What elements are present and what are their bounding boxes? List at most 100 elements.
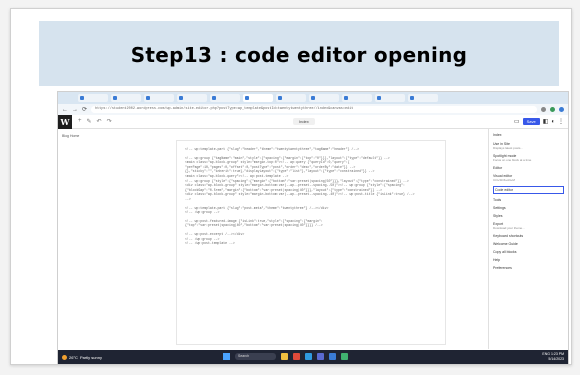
save-button[interactable]: Save	[522, 118, 540, 125]
options-menu-item-description: Focus on one block at a time	[493, 158, 532, 162]
tab-favicon-icon	[410, 96, 414, 100]
tab-favicon-icon	[113, 96, 117, 100]
browser-tab[interactable]	[276, 94, 306, 102]
browser-tab[interactable]	[78, 94, 108, 102]
add-block-icon[interactable]: +	[78, 118, 82, 125]
browser-tab[interactable]	[408, 94, 438, 102]
browser-tab[interactable]	[210, 94, 240, 102]
options-menu-item[interactable]: Styles	[493, 214, 564, 218]
options-menu-item[interactable]: Copy all blocks	[493, 250, 564, 254]
options-menu-item[interactable]: Export Download your theme...	[493, 222, 564, 230]
options-menu-item-description: Ctrl+Shift+Alt+M	[493, 178, 515, 182]
options-menu-item-label: Help	[493, 258, 501, 262]
options-menu-item-label: Styles	[493, 214, 503, 218]
back-icon[interactable]: ←	[62, 107, 68, 113]
toolbar-right: ▭ Save ◧ ◐ ⋮	[514, 118, 564, 125]
tab-favicon-icon	[278, 96, 282, 100]
options-menu-item[interactable]: Welcome Guide	[493, 242, 564, 246]
system-tray[interactable]: ENG 1:23 PM 5/14/2023	[542, 352, 564, 362]
mail-icon[interactable]	[329, 353, 336, 360]
options-menu-item-label: Tools	[493, 198, 502, 202]
app-icon[interactable]	[341, 353, 348, 360]
forward-icon[interactable]: →	[72, 107, 78, 113]
browser-tab[interactable]	[177, 94, 207, 102]
weather-temp: 26°C	[69, 354, 78, 360]
windows-taskbar: 26°C Partly sunny Search ENG 1:23 PM 5/1…	[58, 350, 568, 364]
language-indicator: ENG	[542, 352, 550, 356]
tab-favicon-icon	[80, 96, 84, 100]
weather-desc: Partly sunny	[79, 354, 102, 360]
settings-icon[interactable]: ◧	[543, 118, 549, 125]
extension-icon[interactable]	[541, 107, 546, 112]
clock-date: 5/14/2023	[548, 357, 564, 361]
options-menu-item[interactable]: Preferences	[493, 266, 564, 270]
styles-icon[interactable]: ◐	[551, 119, 555, 125]
browser-tab[interactable]	[342, 94, 372, 102]
taskbar-apps: Search	[223, 353, 348, 360]
tools-icon[interactable]: ✎	[87, 118, 92, 125]
options-menu-item-label: Settings	[493, 206, 506, 210]
options-menu-item[interactable]: Help	[493, 258, 564, 262]
url-input[interactable]: https://student2002.wordpress.com/wp-adm…	[91, 106, 537, 113]
reload-icon[interactable]: ⟳	[82, 106, 87, 113]
browser-address-bar: ← → ⟳ https://student2002.wordpress.com/…	[58, 104, 568, 115]
options-menu-item[interactable]: Use in Site Displays latest posts...	[493, 142, 564, 150]
tab-favicon-icon	[212, 96, 216, 100]
view-icon[interactable]: ▭	[514, 118, 520, 125]
taskbar-search[interactable]: Search	[235, 353, 276, 360]
browser-tab[interactable]	[309, 94, 339, 102]
options-menu-title: Index	[493, 133, 502, 137]
options-menu-item-description: Download your theme...	[493, 226, 525, 230]
options-menu-header: Index	[493, 133, 564, 137]
browser-tab-active[interactable]	[243, 94, 273, 102]
template-title[interactable]: Index	[293, 118, 315, 125]
options-menu-item[interactable]: Code editor	[493, 186, 564, 194]
options-icon[interactable]: ⋮	[558, 118, 564, 125]
options-menu-item[interactable]: Editor	[493, 166, 564, 170]
options-menu-item[interactable]: Keyboard shortcuts	[493, 234, 564, 238]
edge-icon[interactable]	[305, 353, 312, 360]
clock-time: 1:23 PM	[550, 352, 564, 356]
slide-title: Step13 : code editor opening	[130, 43, 468, 67]
code-editor[interactable]: <!-- wp:template-part {"slug":"header","…	[176, 140, 446, 345]
breadcrumb[interactable]: Blog Home	[62, 134, 79, 138]
slide: Step13 : code editor opening ← → ⟳ https…	[10, 8, 572, 365]
undo-icon[interactable]: ↶	[97, 118, 102, 125]
options-menu-item-description: Displays latest posts...	[493, 146, 523, 150]
browser-tab[interactable]	[375, 94, 405, 102]
options-menu-item-label: Keyboard shortcuts	[493, 234, 524, 238]
wordpress-logo-icon[interactable]: W	[58, 114, 72, 129]
tab-favicon-icon	[146, 96, 150, 100]
redo-icon[interactable]: ↷	[107, 118, 112, 125]
tab-favicon-icon	[344, 96, 348, 100]
tab-favicon-icon	[245, 96, 249, 100]
options-menu-item-label: Welcome Guide	[493, 242, 518, 246]
tab-favicon-icon	[179, 96, 183, 100]
browser-tab-bar	[58, 92, 568, 104]
browser-tab[interactable]	[144, 94, 174, 102]
screenshot-frame: ← → ⟳ https://student2002.wordpress.com/…	[57, 91, 569, 365]
options-menu-item[interactable]: Tools	[493, 198, 564, 202]
options-menu-item-label: Copy all blocks	[493, 250, 517, 254]
title-band: Step13 : code editor opening	[39, 21, 559, 86]
options-menu-item[interactable]: Spotlight mode Focus on one block at a ti…	[493, 154, 564, 162]
options-menu: Index Use in Site Displays latest posts..…	[488, 129, 568, 349]
weather-widget[interactable]: 26°C Partly sunny	[62, 354, 102, 360]
store-icon[interactable]	[317, 353, 324, 360]
options-menu-item[interactable]: Settings	[493, 206, 564, 210]
options-menu-item-label: Preferences	[493, 266, 512, 270]
extension-icon[interactable]	[550, 107, 555, 112]
toolbar-tools: + ✎ ↶ ↷	[78, 118, 112, 125]
chrome-icon[interactable]	[293, 353, 300, 360]
tab-favicon-icon	[311, 96, 315, 100]
windows-start-icon[interactable]	[223, 353, 230, 360]
code-line: <!-- /wp:post-template -->	[185, 241, 235, 246]
options-menu-item[interactable]: Visual editor Ctrl+Shift+Alt+M	[493, 174, 564, 182]
options-menu-item-label: Code editor	[495, 188, 514, 192]
tab-favicon-icon	[377, 96, 381, 100]
browser-tab[interactable]	[111, 94, 141, 102]
wp-editor-toolbar: W + ✎ ↶ ↷ Index ▭ Save ◧ ◐ ⋮	[58, 114, 568, 129]
options-menu-item-label: Editor	[493, 166, 503, 170]
file-explorer-icon[interactable]	[281, 353, 288, 360]
profile-icon[interactable]	[559, 107, 564, 112]
